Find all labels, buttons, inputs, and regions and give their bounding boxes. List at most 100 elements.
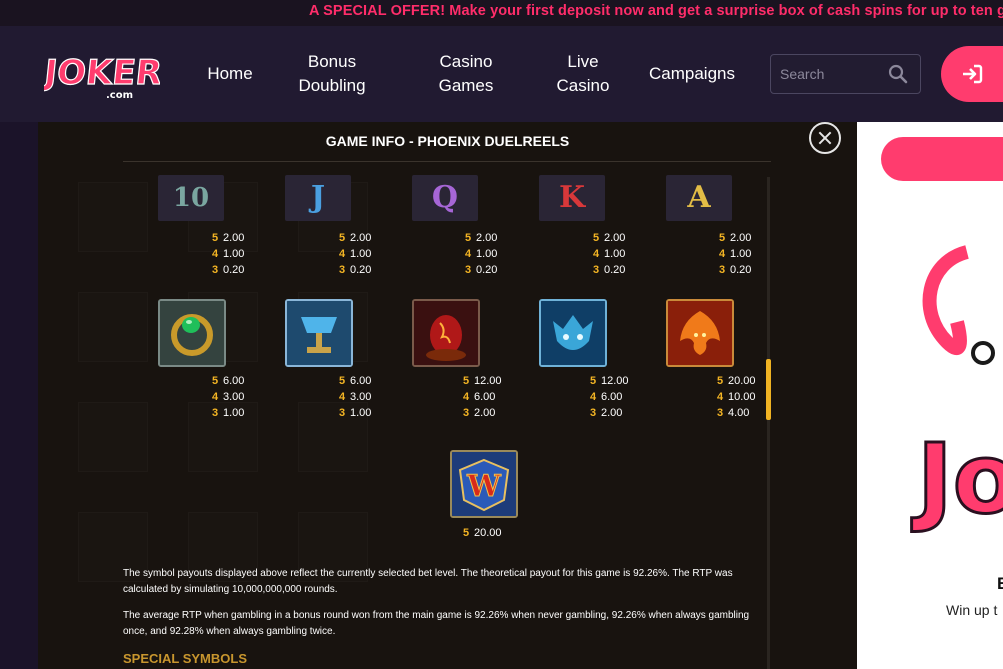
nav-live-casino-label: Live Casino [556,52,610,95]
login-button[interactable] [941,46,1003,102]
payout-value: 6.00 [601,391,623,403]
paytable: 10 J Q K A 5 2.00 4 1.00 3 0.20 5 2.00 4 1.00… [123,175,763,669]
side-cta-button[interactable] [881,137,1003,181]
payout-value: 1.00 [604,248,626,260]
payout-value: 3.00 [223,391,245,403]
payout-value: 6.00 [474,391,496,403]
match-count: 4 [465,248,472,260]
game-info-modal: GAME INFO - PHOENIX DUELREELS 10 J Q K A… [38,122,857,669]
paytable-fire-egg: 5 12.00 4 6.00 3 2.00 [463,373,502,421]
phoenix-icon [666,299,734,367]
payout-value: 2.00 [476,232,498,244]
nav-casino-games[interactable]: Casino Games [430,50,502,98]
match-count: 3 [339,407,346,419]
blue-dragon-icon [539,299,607,367]
nav-campaigns[interactable]: Campaigns [641,62,743,86]
payout-value: 2.00 [223,232,245,244]
match-count: 5 [212,375,219,387]
symbol-10-icon: 10 [158,175,224,221]
match-count: 4 [590,391,597,403]
payout-value: 12.00 [601,375,629,387]
match-count: 4 [339,391,346,403]
payout-value: 3.00 [350,391,372,403]
pay-line: 5 6.00 [339,373,371,389]
joker-illustration: Jo [910,245,1003,537]
promo-text: A SPECIAL OFFER! Make your first deposit… [309,3,1003,19]
match-count: 5 [465,232,472,244]
match-count: 3 [212,264,219,276]
paytable-blue-dragon: 5 12.00 4 6.00 3 2.00 [590,373,629,421]
nav-bonus-doubling[interactable]: Bonus Doubling [293,50,371,98]
paytable-wild: 5 20.00 [463,525,502,541]
symbol-q-icon: Q [412,175,478,221]
pay-line: 5 20.00 [717,373,756,389]
title-divider [123,161,771,162]
payout-value: 20.00 [728,375,756,387]
wild-icon: W [450,450,518,518]
symbol-k-icon: K [539,175,605,221]
search-input[interactable] [780,64,880,84]
rtp-paragraph: The symbol payouts displayed above refle… [123,568,733,595]
pay-line: 5 2.00 [719,230,751,246]
match-count: 3 [590,407,597,419]
pay-line: 4 1.00 [465,246,497,262]
pay-line: 3 0.20 [719,262,751,278]
nav-campaigns-label: Campaigns [649,64,735,83]
payout-value: 20.00 [474,527,502,539]
match-count: 5 [590,375,597,387]
payout-value: 2.00 [604,232,626,244]
payout-value: 2.00 [474,407,496,419]
pay-line: 5 2.00 [593,230,625,246]
wild-letter: W [466,469,502,504]
side-promo: Jo E Win up t [857,122,1003,669]
paytable-10: 5 2.00 4 1.00 3 0.20 [212,230,244,278]
payout-value: 1.00 [350,407,372,419]
match-count: 5 [463,527,470,539]
nav-live-casino[interactable]: Live Casino [551,50,615,98]
pay-line: 5 12.00 [590,373,629,389]
pay-line: 3 0.20 [212,262,244,278]
match-count: 4 [339,248,346,260]
nav-home[interactable]: Home [201,62,259,86]
pay-line: 5 2.00 [465,230,497,246]
payout-value: 1.00 [476,248,498,260]
site-logo[interactable]: JOKERI .com [40,40,177,108]
symbol-a-icon: A [666,175,732,221]
match-count: 3 [465,264,472,276]
pay-line: 4 6.00 [590,389,629,405]
blue-chalice-icon [285,299,353,367]
payout-value: 2.00 [730,232,752,244]
special-symbols-heading: SPECIAL SYMBOLS [123,651,248,666]
match-count: 5 [593,232,600,244]
search-box[interactable] [770,54,921,94]
scrollbar-track[interactable] [767,177,770,669]
match-count: 4 [719,248,726,260]
match-count: 3 [212,407,219,419]
payout-value: 0.20 [730,264,752,276]
paytable-q: 5 2.00 4 1.00 3 0.20 [465,230,497,278]
pay-line: 4 1.00 [719,246,751,262]
match-count: 5 [339,375,346,387]
paytable-blue-chalice: 5 6.00 4 3.00 3 1.00 [339,373,371,421]
pay-line: 5 2.00 [339,230,371,246]
fire-egg-icon [412,299,480,367]
pay-line: 3 0.20 [593,262,625,278]
match-count: 5 [339,232,346,244]
paytable-j: 5 2.00 4 1.00 3 0.20 [339,230,371,278]
close-button[interactable] [809,122,841,154]
match-count: 3 [717,407,724,419]
payout-value: 1.00 [223,407,245,419]
payout-value: 12.00 [474,375,502,387]
match-count: 4 [212,248,219,260]
match-count: 3 [463,407,470,419]
scrollbar-thumb[interactable] [766,359,771,420]
payout-value: 2.00 [350,232,372,244]
pay-line: 3 2.00 [463,405,502,421]
paytable-phoenix: 5 20.00 4 10.00 3 4.00 [717,373,756,421]
payout-value: 0.20 [350,264,372,276]
pay-line: 3 1.00 [212,405,244,421]
search-icon[interactable] [888,64,908,84]
pay-line: 3 0.20 [465,262,497,278]
pay-line: 4 1.00 [212,246,244,262]
modal-title: GAME INFO - PHOENIX DUELREELS [325,133,570,149]
